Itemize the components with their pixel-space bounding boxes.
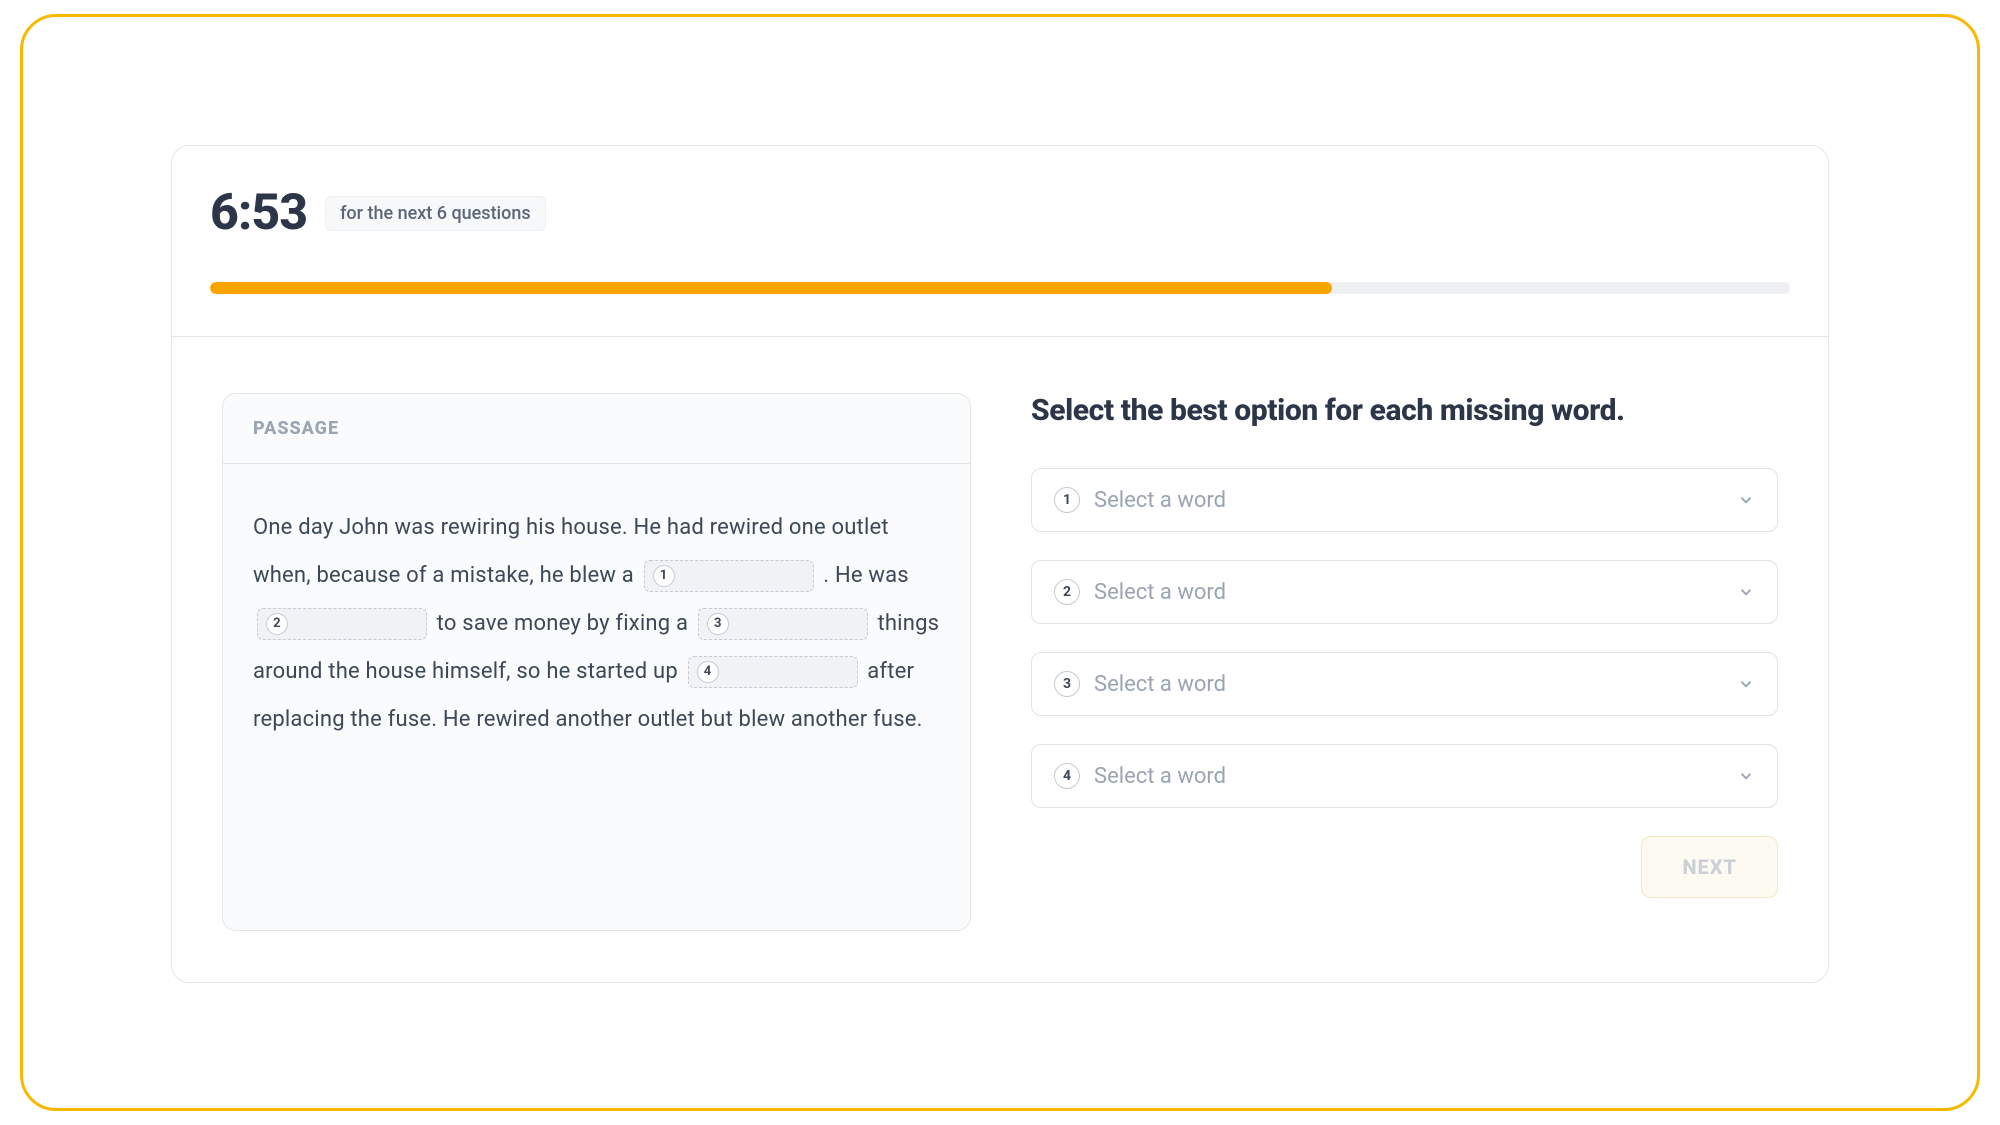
passage-panel: PASSAGE One day John was rewiring his ho… bbox=[222, 393, 971, 931]
outer-frame: 6:53 for the next 6 questions PASSAGE On… bbox=[20, 14, 1980, 1111]
select-num-2: 2 bbox=[1054, 579, 1080, 605]
next-button[interactable]: NEXT bbox=[1641, 836, 1778, 898]
timer-badge: for the next 6 questions bbox=[325, 196, 546, 231]
footer-row: NEXT bbox=[1031, 836, 1778, 898]
blank-4-num: 4 bbox=[697, 661, 719, 683]
blank-3-num: 3 bbox=[707, 613, 729, 635]
select-word-2[interactable]: 2 Select a word bbox=[1031, 560, 1778, 624]
blank-4[interactable]: 4 bbox=[688, 656, 858, 688]
select-word-1[interactable]: 1 Select a word bbox=[1031, 468, 1778, 532]
select-placeholder-2: Select a word bbox=[1094, 580, 1723, 605]
timer-value: 6:53 bbox=[210, 184, 307, 242]
answer-panel: Select the best option for each missing … bbox=[1031, 393, 1778, 931]
select-num-3: 3 bbox=[1054, 671, 1080, 697]
blank-2-num: 2 bbox=[266, 613, 288, 635]
content-area: PASSAGE One day John was rewiring his ho… bbox=[172, 337, 1828, 971]
select-word-3[interactable]: 3 Select a word bbox=[1031, 652, 1778, 716]
select-placeholder-3: Select a word bbox=[1094, 672, 1723, 697]
select-num-4: 4 bbox=[1054, 763, 1080, 789]
chevron-down-icon bbox=[1737, 583, 1755, 601]
select-placeholder-4: Select a word bbox=[1094, 764, 1723, 789]
passage-body: One day John was rewiring his house. He … bbox=[223, 464, 970, 774]
select-placeholder-1: Select a word bbox=[1094, 488, 1723, 513]
progress-bar bbox=[172, 242, 1828, 294]
passage-text-2: to save money by fixing a bbox=[437, 611, 694, 636]
blank-1[interactable]: 1 bbox=[644, 560, 814, 592]
header-row: 6:53 for the next 6 questions bbox=[172, 146, 1828, 242]
question-title: Select the best option for each missing … bbox=[1031, 393, 1778, 428]
exercise-card: 6:53 for the next 6 questions PASSAGE On… bbox=[171, 145, 1829, 983]
passage-text-1: . He was bbox=[823, 563, 909, 588]
blank-1-num: 1 bbox=[653, 565, 675, 587]
blank-3[interactable]: 3 bbox=[698, 608, 868, 640]
passage-header-label: PASSAGE bbox=[253, 418, 940, 439]
select-num-1: 1 bbox=[1054, 487, 1080, 513]
blank-2[interactable]: 2 bbox=[257, 608, 427, 640]
passage-header: PASSAGE bbox=[223, 394, 970, 464]
chevron-down-icon bbox=[1737, 491, 1755, 509]
select-word-4[interactable]: 4 Select a word bbox=[1031, 744, 1778, 808]
progress-track bbox=[210, 282, 1790, 294]
chevron-down-icon bbox=[1737, 767, 1755, 785]
chevron-down-icon bbox=[1737, 675, 1755, 693]
progress-fill bbox=[210, 282, 1332, 294]
